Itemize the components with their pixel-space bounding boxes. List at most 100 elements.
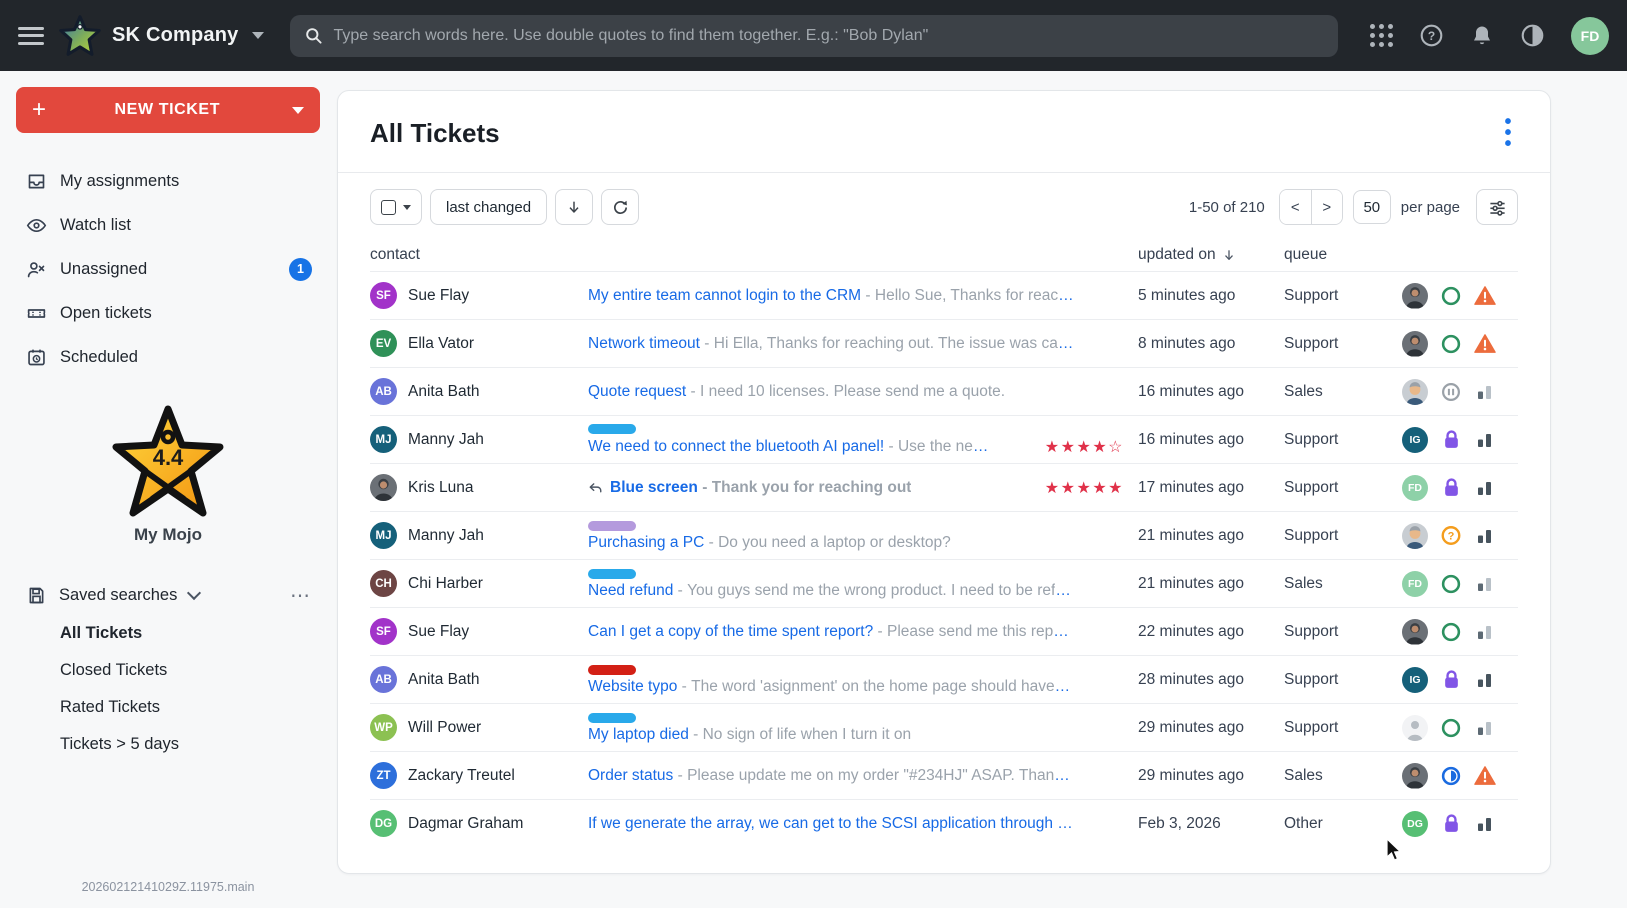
sidebar-item-my-assignments[interactable]: My assignments bbox=[16, 159, 320, 203]
sidebar-item-scheduled[interactable]: Scheduled bbox=[16, 335, 320, 379]
ticket-title-link[interactable]: Network timeout bbox=[588, 335, 700, 353]
separator: - bbox=[700, 335, 714, 353]
ticket-row[interactable]: ABAnita BathWebsite typo - The word 'asi… bbox=[370, 655, 1518, 703]
ticket-title-link[interactable]: Purchasing a PC bbox=[588, 534, 704, 552]
saved-search-tickets-5-days[interactable]: Tickets > 5 days bbox=[16, 726, 320, 763]
ticket-row[interactable]: CHChi HarberNeed refund - You guys send … bbox=[370, 559, 1518, 607]
search-input[interactable] bbox=[333, 27, 1324, 45]
global-search[interactable] bbox=[290, 15, 1338, 57]
photo-avatar bbox=[1402, 283, 1428, 309]
sidebar-item-unassigned[interactable]: Unassigned1 bbox=[16, 247, 320, 291]
saved-search-all-tickets[interactable]: All Tickets bbox=[16, 615, 320, 652]
per-page-input[interactable] bbox=[1353, 190, 1391, 224]
next-page-button[interactable]: > bbox=[1311, 190, 1342, 224]
ticket-title-link[interactable]: If we generate the array, we can get to … bbox=[588, 815, 1073, 833]
state-in-progress-icon bbox=[1440, 765, 1462, 787]
ticket-row[interactable]: MJManny JahPurchasing a PC - Do you need… bbox=[370, 511, 1518, 559]
rating-stars: ★★★★★ bbox=[1035, 478, 1124, 498]
column-settings-button[interactable] bbox=[1476, 189, 1518, 225]
tickets-card: All Tickets ••• last changed bbox=[337, 90, 1551, 874]
separator: - bbox=[686, 383, 700, 401]
ticket-title-link[interactable]: Can I get a copy of the time spent repor… bbox=[588, 623, 873, 641]
select-all-button[interactable] bbox=[370, 189, 422, 225]
truncation-ellipsis: … bbox=[1054, 767, 1070, 785]
saved-searches: Saved searches ⋯ All TicketsClosed Ticke… bbox=[16, 575, 320, 763]
ticket-title-link[interactable]: Need refund bbox=[588, 582, 673, 600]
saved-searches-header[interactable]: Saved searches ⋯ bbox=[16, 575, 320, 615]
contact-avatar: CH bbox=[370, 570, 397, 597]
ticket-row[interactable]: SFSue FlayMy entire team cannot login to… bbox=[370, 271, 1518, 319]
unassigned-count-badge: 1 bbox=[289, 258, 312, 281]
ticket-row[interactable]: EVElla VatorNetwork timeout - Hi Ella, T… bbox=[370, 319, 1518, 367]
pagination-range: 1-50 of 210 bbox=[1189, 199, 1265, 216]
ticket-title-link[interactable]: Order status bbox=[588, 767, 673, 785]
owner-avatar bbox=[1402, 283, 1428, 309]
column-contact[interactable]: contact bbox=[370, 246, 588, 264]
svg-text:?: ? bbox=[1428, 29, 1435, 43]
sidebar-item-open-tickets[interactable]: Open tickets bbox=[16, 291, 320, 335]
sort-by-button[interactable]: last changed bbox=[430, 189, 547, 225]
queue-name: Support bbox=[1284, 719, 1402, 737]
contact-avatar: WP bbox=[370, 714, 397, 741]
ticket-title-link[interactable]: My laptop died bbox=[588, 726, 689, 744]
ticket-title-link[interactable]: Blue screen bbox=[610, 479, 698, 497]
contact-name: Sue Flay bbox=[408, 287, 469, 305]
ticket-title-link[interactable]: Website typo bbox=[588, 678, 677, 696]
contact-avatar bbox=[370, 474, 397, 501]
floppy-save-icon bbox=[26, 585, 47, 606]
saved-search-closed-tickets[interactable]: Closed Tickets bbox=[16, 652, 320, 689]
ticket-row[interactable]: ABAnita BathQuote request - I need 10 li… bbox=[370, 367, 1518, 415]
hamburger-menu-icon[interactable] bbox=[18, 27, 44, 45]
ticket-tag-pill bbox=[588, 569, 636, 579]
help-icon[interactable]: ? bbox=[1419, 23, 1444, 48]
truncation-ellipsis: … bbox=[1058, 287, 1074, 305]
user-avatar[interactable]: FD bbox=[1571, 17, 1609, 55]
contact-name: Ella Vator bbox=[408, 335, 474, 353]
new-ticket-button[interactable]: + NEW TICKET bbox=[16, 87, 320, 133]
column-updated-on[interactable]: updated on bbox=[1138, 246, 1284, 264]
brand[interactable]: SK Company bbox=[58, 13, 264, 59]
saved-search-rated-tickets[interactable]: Rated Tickets bbox=[16, 689, 320, 726]
ticket-row[interactable]: MJManny JahWe need to connect the blueto… bbox=[370, 415, 1518, 463]
owner-avatar: DG bbox=[1402, 811, 1428, 837]
prev-page-button[interactable]: < bbox=[1280, 190, 1311, 224]
notifications-bell-icon[interactable] bbox=[1470, 23, 1494, 48]
ticket-title-link[interactable]: We need to connect the bluetooth AI pane… bbox=[588, 438, 884, 456]
sort-arrow-down-icon bbox=[1222, 248, 1236, 262]
column-queue[interactable]: queue bbox=[1284, 246, 1402, 264]
contact-name: Kris Luna bbox=[408, 479, 473, 497]
chevron-down-icon[interactable] bbox=[292, 107, 304, 114]
ticket-row[interactable]: SFSue FlayCan I get a copy of the time s… bbox=[370, 607, 1518, 655]
state-closed-lock-icon bbox=[1442, 813, 1461, 834]
main-content: All Tickets ••• last changed bbox=[336, 71, 1627, 908]
refresh-button[interactable] bbox=[601, 189, 639, 225]
list-toolbar: last changed 1-50 of 210 < bbox=[370, 189, 1518, 225]
sort-direction-button[interactable] bbox=[555, 189, 593, 225]
photo-avatar bbox=[1402, 763, 1428, 789]
ticket-title-link[interactable]: Quote request bbox=[588, 383, 686, 401]
apps-grid-icon[interactable] bbox=[1370, 24, 1393, 47]
contact-name: Anita Bath bbox=[408, 383, 480, 401]
separator: - bbox=[861, 287, 875, 305]
chevron-down-icon[interactable] bbox=[403, 205, 411, 210]
sidebar-item-watch-list[interactable]: Watch list bbox=[16, 203, 320, 247]
ticket-row[interactable]: Kris LunaBlue screen - Thank you for rea… bbox=[370, 463, 1518, 511]
arrow-down-icon bbox=[566, 199, 582, 215]
state-open-icon bbox=[1440, 285, 1462, 307]
state-pending-reminder-icon: ? bbox=[1440, 524, 1462, 547]
separator: - bbox=[884, 438, 898, 456]
photo-avatar bbox=[1402, 619, 1428, 645]
ticket-title-link[interactable]: My entire team cannot login to the CRM bbox=[588, 287, 861, 305]
per-page-label: per page bbox=[1401, 199, 1460, 216]
dark-mode-toggle-icon[interactable] bbox=[1520, 23, 1545, 48]
card-menu-kebab-icon[interactable]: ••• bbox=[1498, 117, 1518, 150]
updated-time: 16 minutes ago bbox=[1138, 383, 1284, 401]
separator: - bbox=[677, 678, 691, 696]
checkbox-icon[interactable] bbox=[381, 200, 396, 215]
state-closed-lock-icon bbox=[1442, 669, 1461, 690]
ticket-row[interactable]: WPWill PowerMy laptop died - No sign of … bbox=[370, 703, 1518, 751]
more-options-icon[interactable]: ⋯ bbox=[290, 583, 312, 608]
ticket-row[interactable]: ZTZackary TreutelOrder status - Please u… bbox=[370, 751, 1518, 799]
ticket-row[interactable]: DGDagmar GrahamIf we generate the array,… bbox=[370, 799, 1518, 847]
contact-name: Chi Harber bbox=[408, 575, 483, 593]
